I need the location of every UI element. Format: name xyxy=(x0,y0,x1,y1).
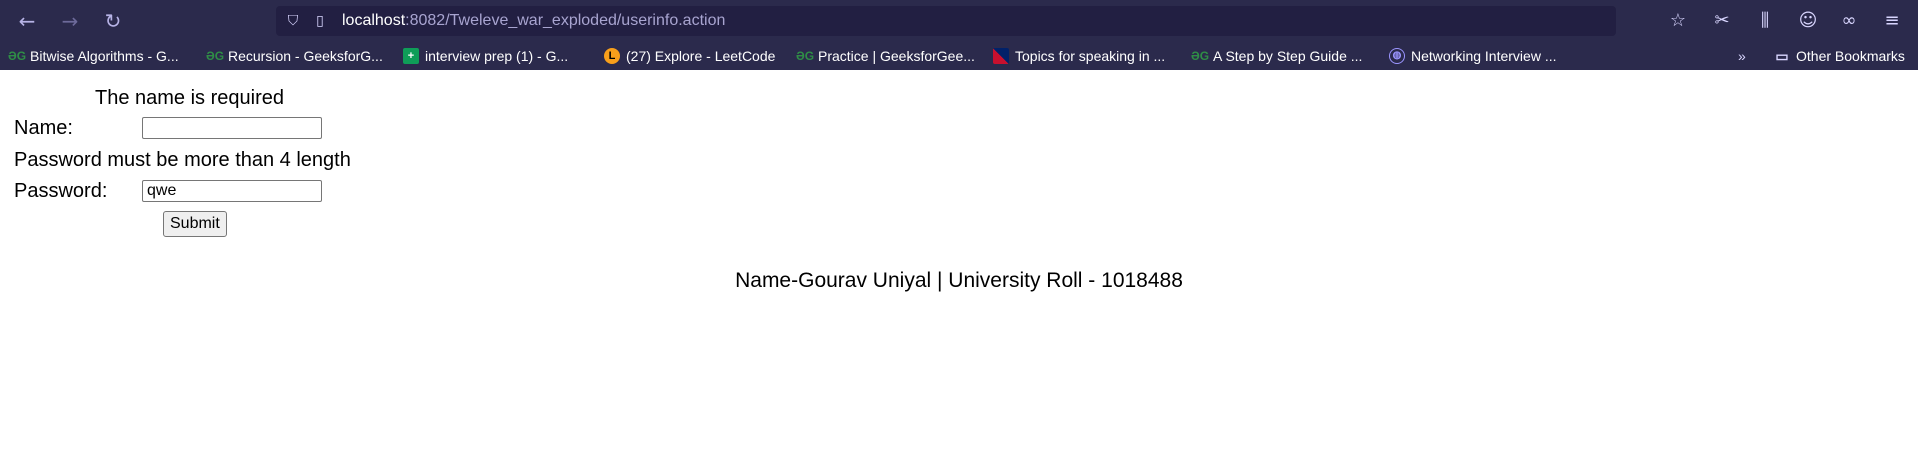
bookmark-label: Bitwise Algorithms - G... xyxy=(30,48,179,64)
bookmark-item[interactable]: ƏG A Step by Step Guide ... xyxy=(1191,46,1362,66)
sheets-icon: + xyxy=(403,48,419,64)
bookmarks-bar: ƏG Bitwise Algorithms - G... ƏG Recursion … xyxy=(0,44,1918,68)
browser-chrome: ← → ↻ ⛉ ▯ localhost:8082/Tweleve_war_exp… xyxy=(0,0,1918,70)
star-bookmark-icon[interactable]: ☆ xyxy=(1665,8,1691,34)
name-error-message: The name is required xyxy=(95,87,284,109)
bookmark-item[interactable]: + interview prep (1) - G... xyxy=(403,46,568,66)
bookmark-item[interactable]: ◍ Networking Interview ... xyxy=(1389,46,1557,66)
bookmark-item[interactable]: L (27) Explore - LeetCode xyxy=(604,46,775,66)
submit-button[interactable]: Submit xyxy=(163,211,227,237)
bookmark-label: Networking Interview ... xyxy=(1411,48,1557,64)
page-info-icon[interactable]: ▯ xyxy=(311,12,329,30)
gfg-icon: ƏG xyxy=(796,49,815,63)
gfg-icon: ƏG xyxy=(206,49,225,63)
folder-icon: ▭ xyxy=(1775,48,1789,64)
bookmark-item[interactable]: Topics for speaking in ... xyxy=(993,46,1165,66)
forward-arrow-icon[interactable]: → xyxy=(57,8,83,34)
password-input[interactable] xyxy=(142,180,322,202)
url-host: localhost xyxy=(342,12,406,29)
uk-flag-icon xyxy=(993,48,1009,64)
bookmark-item[interactable]: ƏG Practice | GeeksforGee... xyxy=(796,46,975,66)
account-avatar-icon[interactable]: ☺ xyxy=(1795,8,1821,34)
screenshot-icon[interactable]: ✂ xyxy=(1709,8,1735,34)
name-label: Name: xyxy=(14,117,73,139)
name-input[interactable] xyxy=(142,117,322,139)
password-label: Password: xyxy=(14,180,108,202)
shield-icon[interactable]: ⛉ xyxy=(284,12,302,30)
other-bookmarks-label: Other Bookmarks xyxy=(1796,48,1905,64)
gfg-icon: ƏG xyxy=(8,49,27,63)
private-mask-icon[interactable]: ∞ xyxy=(1836,8,1862,34)
url-bar[interactable]: ⛉ ▯ localhost:8082/Tweleve_war_exploded/… xyxy=(276,6,1616,36)
menu-icon[interactable]: ≡ xyxy=(1879,8,1905,34)
bookmark-label: Practice | GeeksforGee... xyxy=(818,48,975,64)
bookmark-label: Topics for speaking in ... xyxy=(1015,48,1166,64)
bookmark-label: (27) Explore - LeetCode xyxy=(626,48,776,64)
other-bookmarks[interactable]: ▭ Other Bookmarks xyxy=(1774,46,1905,66)
back-arrow-icon[interactable]: ← xyxy=(14,8,40,34)
bookmarks-overflow-icon[interactable]: » xyxy=(1738,46,1746,66)
bookmark-label: A Step by Step Guide ... xyxy=(1213,48,1363,64)
password-error-message: Password must be more than 4 length xyxy=(14,149,351,171)
browser-toolbar: ← → ↻ ⛉ ▯ localhost:8082/Tweleve_war_exp… xyxy=(0,0,1918,42)
gfg-icon: ƏG xyxy=(1191,49,1210,63)
footer-text: Name-Gourav Uniyal | University Roll - 1… xyxy=(735,269,1183,292)
leetcode-icon: L xyxy=(604,48,620,64)
bookmark-label: interview prep (1) - G... xyxy=(425,48,569,64)
url-path: :8082/Tweleve_war_exploded/userinfo.acti… xyxy=(405,12,726,29)
library-icon[interactable]: ⫼ xyxy=(1752,8,1778,34)
bookmark-item[interactable]: ƏG Recursion - GeeksforG... xyxy=(206,46,383,66)
bookmark-item[interactable]: ƏG Bitwise Algorithms - G... xyxy=(8,46,179,66)
url-text[interactable]: localhost:8082/Tweleve_war_exploded/user… xyxy=(342,12,725,30)
globe-icon: ◍ xyxy=(1389,48,1405,64)
bookmark-label: Recursion - GeeksforG... xyxy=(228,48,383,64)
reload-icon[interactable]: ↻ xyxy=(100,8,126,34)
